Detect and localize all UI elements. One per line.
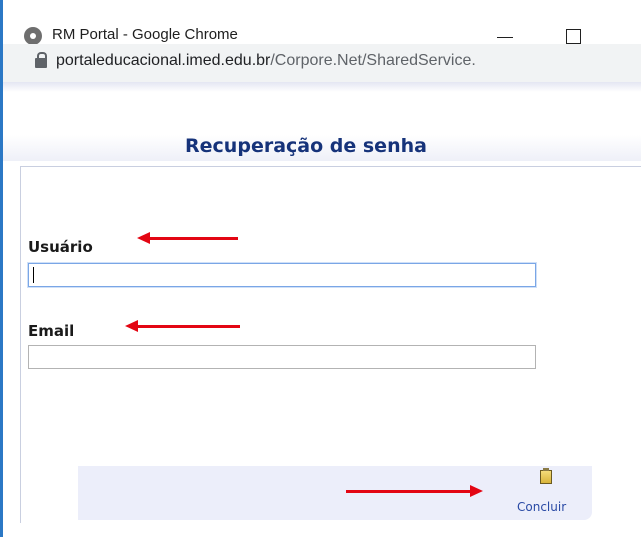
concluir-button[interactable]: Concluir bbox=[517, 500, 566, 514]
url-text[interactable]: portaleducacional.imed.edu.br/Corpore.Ne… bbox=[56, 52, 476, 70]
page-title: Recuperação de senha bbox=[185, 135, 427, 157]
maximize-button[interactable] bbox=[566, 29, 581, 44]
email-label: Email bbox=[28, 322, 75, 340]
url-path: /Corpore.Net/SharedService. bbox=[270, 52, 476, 69]
action-toolbar bbox=[78, 466, 592, 520]
url-host: portaleducacional.imed.edu.br bbox=[56, 52, 271, 69]
page-top-shadow bbox=[3, 82, 641, 92]
annotation-arrow-usuario bbox=[137, 232, 238, 244]
email-input[interactable] bbox=[28, 345, 536, 369]
page-heading-bar: Recuperação de senha bbox=[3, 135, 641, 161]
lock-icon bbox=[35, 52, 47, 68]
annotation-arrow-concluir bbox=[346, 485, 483, 497]
usuario-input[interactable] bbox=[28, 263, 536, 287]
annotation-arrow-email bbox=[125, 320, 240, 332]
minimize-button[interactable] bbox=[497, 37, 513, 38]
window-title: RM Portal - Google Chrome bbox=[52, 26, 238, 43]
concluir-icon[interactable] bbox=[540, 468, 552, 484]
chrome-icon bbox=[24, 27, 42, 45]
usuario-label: Usuário bbox=[28, 238, 93, 256]
text-caret bbox=[33, 267, 34, 283]
